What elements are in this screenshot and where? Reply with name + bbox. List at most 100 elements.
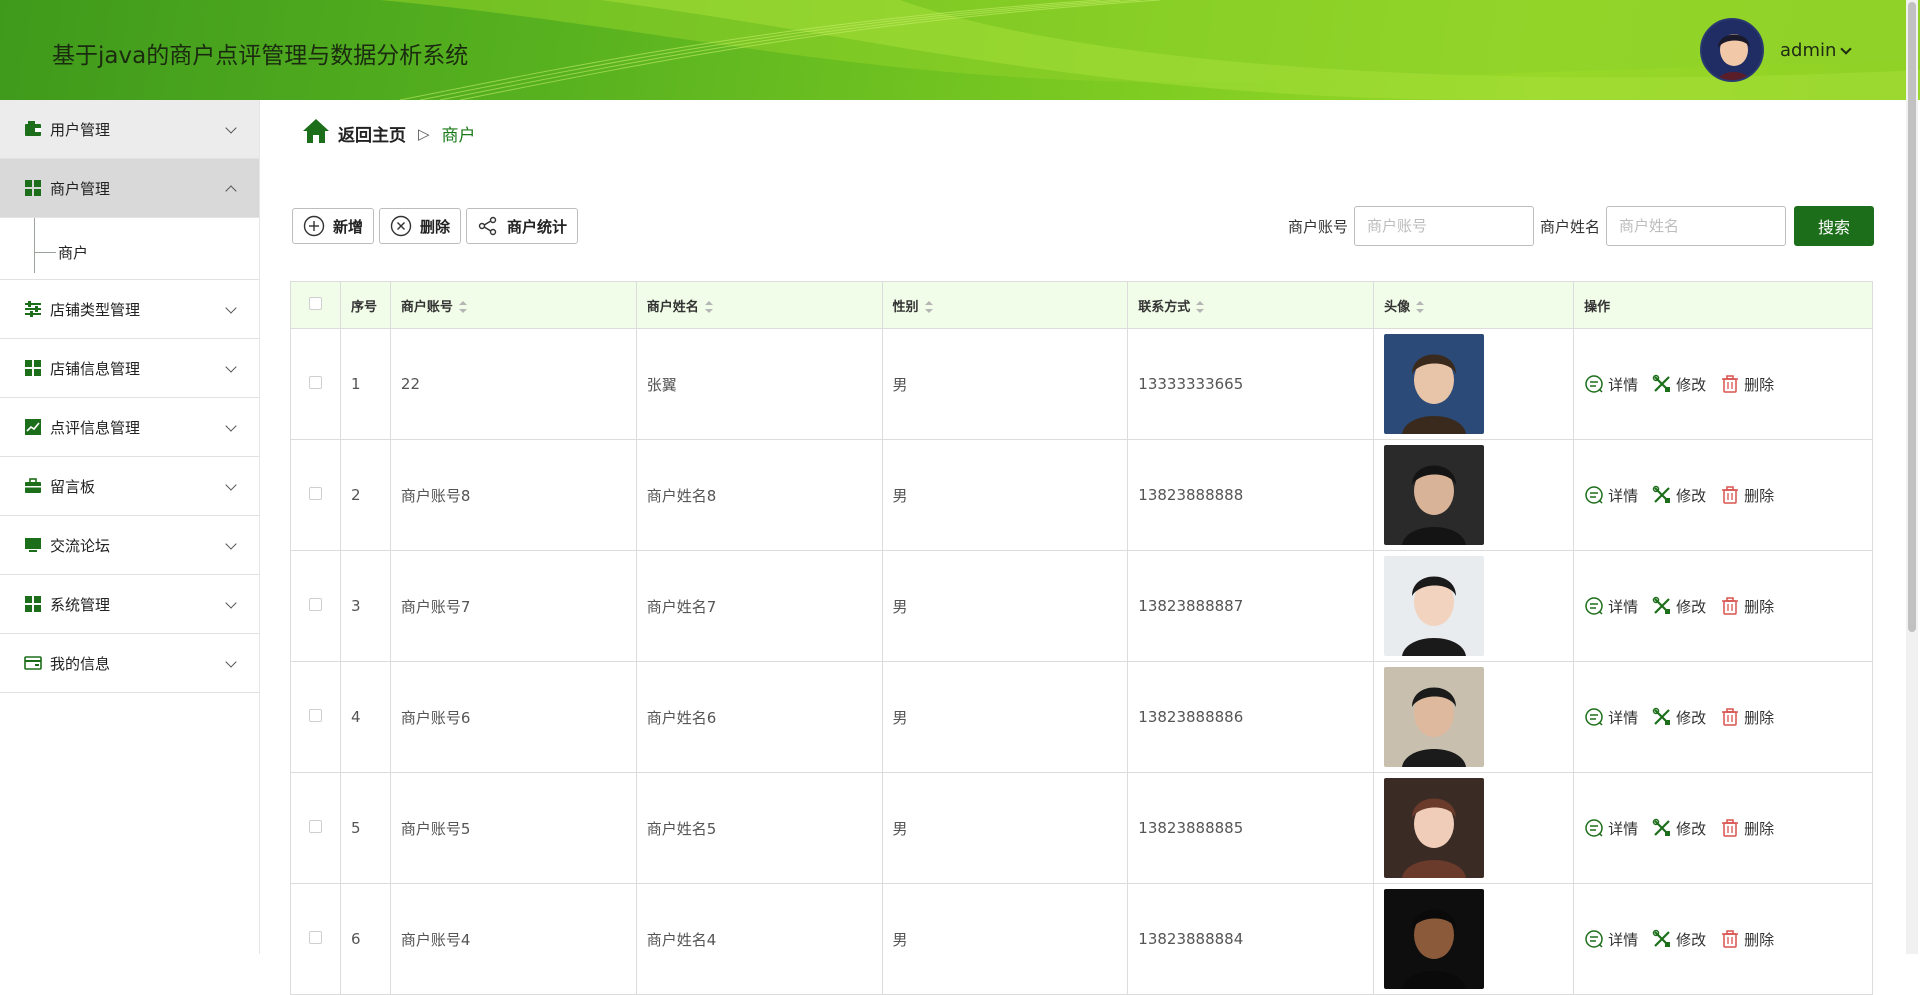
- chart-icon: [24, 418, 42, 436]
- table-row[interactable]: 4 商户账号6 商户姓名6 男 13823888886 详情 修改 删除: [290, 661, 1873, 773]
- home-icon[interactable]: [302, 118, 330, 149]
- sort-icon[interactable]: [1416, 301, 1425, 313]
- stats-button-label: 商户统计: [507, 217, 568, 236]
- edit-label: 修改: [1676, 819, 1707, 838]
- cell-actions: 详情 修改 删除: [1573, 439, 1873, 551]
- table-row[interactable]: 1 22 张翼 男 13333333665 详情 修改 删除: [290, 328, 1873, 440]
- detail-button[interactable]: 详情: [1584, 596, 1638, 617]
- cell-phone: 13823888888: [1127, 439, 1375, 551]
- row-delete-button[interactable]: 删除: [1720, 818, 1774, 839]
- delete-label: 删除: [1744, 708, 1775, 727]
- row-delete-button[interactable]: 删除: [1720, 485, 1774, 506]
- row-checkbox[interactable]: [308, 487, 322, 500]
- merchant-avatar[interactable]: [1384, 556, 1485, 656]
- table-row[interactable]: 2 商户账号8 商户姓名8 男 13823888888 详情 修改 删除: [290, 439, 1873, 551]
- column-header-name[interactable]: 商户姓名: [635, 281, 883, 329]
- row-checkbox[interactable]: [308, 709, 322, 722]
- edit-button[interactable]: 修改: [1652, 596, 1706, 617]
- grid-icon: [24, 359, 42, 377]
- column-header-account[interactable]: 商户账号: [389, 281, 637, 329]
- name-search-input[interactable]: [1606, 206, 1786, 246]
- detail-button[interactable]: 详情: [1584, 929, 1638, 950]
- edit-button[interactable]: 修改: [1652, 374, 1706, 395]
- sort-icon[interactable]: [704, 301, 713, 313]
- row-delete-button[interactable]: 删除: [1720, 596, 1774, 617]
- table-row[interactable]: 6 商户账号4 商户姓名4 男 13823888884 详情 修改 删除: [290, 883, 1873, 995]
- detail-icon: [1585, 597, 1603, 615]
- delete-button[interactable]: 删除: [379, 208, 462, 244]
- row-delete-button[interactable]: 删除: [1720, 374, 1774, 395]
- share-icon: [478, 216, 497, 236]
- select-all-checkbox[interactable]: [308, 296, 322, 310]
- sidebar-item-review-management[interactable]: 点评信息管理: [0, 398, 259, 457]
- edit-label: 修改: [1676, 930, 1707, 949]
- user-menu[interactable]: admin: [1780, 40, 1853, 61]
- column-header-avatar[interactable]: 头像: [1373, 281, 1575, 329]
- sidebar-item-label: 我的信息: [50, 654, 111, 673]
- merchant-avatar[interactable]: [1384, 445, 1485, 545]
- sidebar-item-message-board[interactable]: 留言板: [0, 457, 259, 516]
- breadcrumb-current: 商户: [441, 126, 476, 146]
- account-search-input[interactable]: [1353, 206, 1534, 246]
- edit-button[interactable]: 修改: [1652, 929, 1706, 950]
- cell-account: 商户账号4: [389, 883, 637, 995]
- detail-button[interactable]: 详情: [1584, 485, 1638, 506]
- row-checkbox[interactable]: [308, 598, 322, 611]
- detail-icon: [1585, 708, 1603, 726]
- sort-icon[interactable]: [924, 301, 933, 313]
- detail-button[interactable]: 详情: [1584, 818, 1638, 839]
- delete-label: 删除: [1744, 930, 1775, 949]
- row-checkbox[interactable]: [308, 820, 322, 833]
- trash-icon: [1722, 930, 1739, 948]
- detail-button[interactable]: 详情: [1584, 374, 1638, 395]
- scrollbar[interactable]: [1906, 0, 1918, 954]
- cell-phone: 13823888886: [1127, 661, 1375, 773]
- trash-icon: [1722, 375, 1739, 393]
- scrollbar-thumb[interactable]: [1908, 2, 1916, 632]
- cell-gender: 男: [881, 661, 1129, 773]
- merchant-avatar[interactable]: [1384, 889, 1485, 989]
- column-header-phone[interactable]: 联系方式: [1127, 281, 1375, 329]
- sidebar-item-my-info[interactable]: 我的信息: [0, 634, 259, 693]
- edit-button[interactable]: 修改: [1652, 485, 1706, 506]
- row-delete-button[interactable]: 删除: [1720, 707, 1774, 728]
- detail-button[interactable]: 详情: [1584, 707, 1638, 728]
- sort-icon[interactable]: [458, 301, 467, 313]
- merchant-avatar[interactable]: [1384, 667, 1485, 767]
- chevron-down-icon: [225, 122, 237, 134]
- row-checkbox[interactable]: [308, 376, 322, 389]
- merchant-avatar[interactable]: [1384, 778, 1485, 878]
- row-select-cell: [290, 772, 341, 884]
- stats-button[interactable]: 商户统计: [466, 208, 579, 244]
- row-delete-button[interactable]: 删除: [1720, 929, 1774, 950]
- trash-icon: [1722, 597, 1739, 615]
- grid-icon: [24, 179, 42, 197]
- column-header-gender[interactable]: 性别: [881, 281, 1129, 329]
- cell-actions: 详情 修改 删除: [1573, 328, 1873, 440]
- table-row[interactable]: 5 商户账号5 商户姓名5 男 13823888885 详情 修改 删除: [290, 772, 1873, 884]
- cell-gender: 男: [881, 772, 1129, 884]
- sidebar-subitem-merchant[interactable]: 商户: [0, 218, 259, 280]
- search-bar: 商户账号 商户姓名 搜索: [1288, 206, 1874, 246]
- edit-button[interactable]: 修改: [1652, 707, 1706, 728]
- search-button[interactable]: 搜索: [1794, 206, 1874, 246]
- sidebar-item-user-management[interactable]: 用户管理: [0, 100, 259, 159]
- table-row[interactable]: 3 商户账号7 商户姓名7 男 13823888887 详情 修改 删除: [290, 550, 1873, 662]
- account-search-label: 商户账号: [1287, 217, 1348, 236]
- row-checkbox[interactable]: [308, 931, 322, 944]
- row-select-cell: [290, 661, 341, 773]
- sidebar-item-system-management[interactable]: 系统管理: [0, 575, 259, 634]
- merchant-avatar[interactable]: [1384, 334, 1485, 434]
- sort-icon[interactable]: [1196, 301, 1205, 313]
- sidebar-item-shop-info-management[interactable]: 店铺信息管理: [0, 339, 259, 398]
- sidebar-item-merchant-management[interactable]: 商户管理: [0, 159, 259, 218]
- sidebar-item-shop-type-management[interactable]: 店铺类型管理: [0, 280, 259, 339]
- add-button[interactable]: 新增: [292, 208, 375, 244]
- cell-account: 22: [389, 328, 637, 440]
- user-avatar[interactable]: [1700, 18, 1764, 82]
- edit-button[interactable]: 修改: [1652, 818, 1706, 839]
- sidebar-item-forum[interactable]: 交流论坛: [0, 516, 259, 575]
- header-label: 商户姓名: [646, 299, 699, 315]
- cell-gender: 男: [881, 328, 1129, 440]
- home-link[interactable]: 返回主页: [338, 121, 406, 146]
